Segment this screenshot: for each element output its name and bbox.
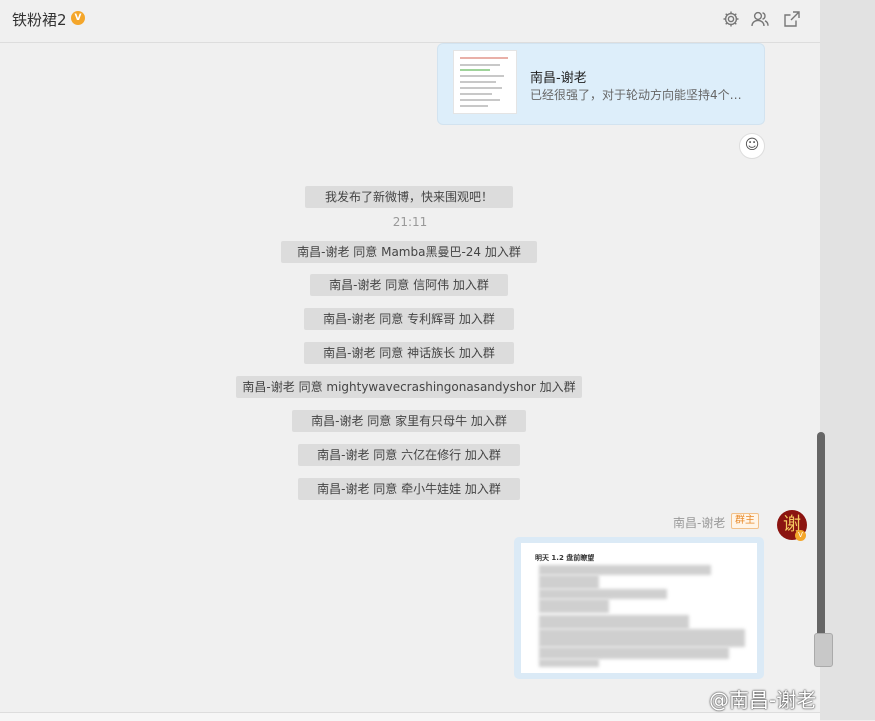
join-notice: 南昌-谢老 同意 六亿在修行 加入群: [298, 444, 520, 466]
link-card-description: 已经很强了，对于轮动方向能坚持4个…: [530, 88, 742, 102]
group-members-icon[interactable]: [750, 9, 770, 29]
verified-badge-icon: V: [71, 11, 85, 25]
link-thumbnail: [453, 50, 517, 114]
message-timestamp: 21:11: [392, 215, 428, 229]
group-owner-badge: 群主: [731, 513, 759, 529]
join-notice: 南昌-谢老 同意 牵小牛娃娃 加入群: [298, 478, 520, 500]
sender-name: 南昌-谢老: [673, 516, 726, 530]
verified-badge-icon: V: [795, 530, 806, 541]
join-notice: 南昌-谢老 同意 家里有只母牛 加入群: [292, 410, 526, 432]
scrollbar-track[interactable]: [820, 0, 875, 720]
watermark: @南昌-谢老: [709, 688, 817, 712]
link-card-title: 南昌-谢老: [530, 71, 587, 86]
join-notice: 南昌-谢老 同意 mightywavecrashingonasandyshor …: [236, 376, 582, 398]
open-external-icon[interactable]: [782, 9, 802, 29]
system-message: 我发布了新微博，快来围观吧！: [305, 186, 513, 208]
chat-title[interactable]: 铁粉裙2: [12, 9, 67, 30]
shared-link-card[interactable]: 南昌-谢老 已经很强了，对于轮动方向能坚持4个…: [437, 43, 765, 125]
join-notice: 南昌-谢老 同意 信阿伟 加入群: [310, 274, 508, 296]
join-notice: 南昌-谢老 同意 Mamba黑曼巴-24 加入群: [281, 241, 537, 263]
panel-resize-handle[interactable]: [814, 633, 833, 667]
chat-header: 铁粉裙2 V: [0, 0, 820, 43]
emoji-add-icon[interactable]: ☺: [739, 133, 765, 159]
image-caption: 明天 1.2 盘前瞭望: [535, 554, 595, 562]
image-message[interactable]: 明天 1.2 盘前瞭望: [514, 537, 764, 679]
join-notice: 南昌-谢老 同意 神话族长 加入群: [304, 342, 514, 364]
gear-icon[interactable]: [721, 9, 741, 29]
join-notice: 南昌-谢老 同意 专利辉哥 加入群: [304, 308, 514, 330]
scrollbar-thumb[interactable]: [817, 432, 825, 664]
image-content: 明天 1.2 盘前瞭望: [521, 543, 757, 673]
